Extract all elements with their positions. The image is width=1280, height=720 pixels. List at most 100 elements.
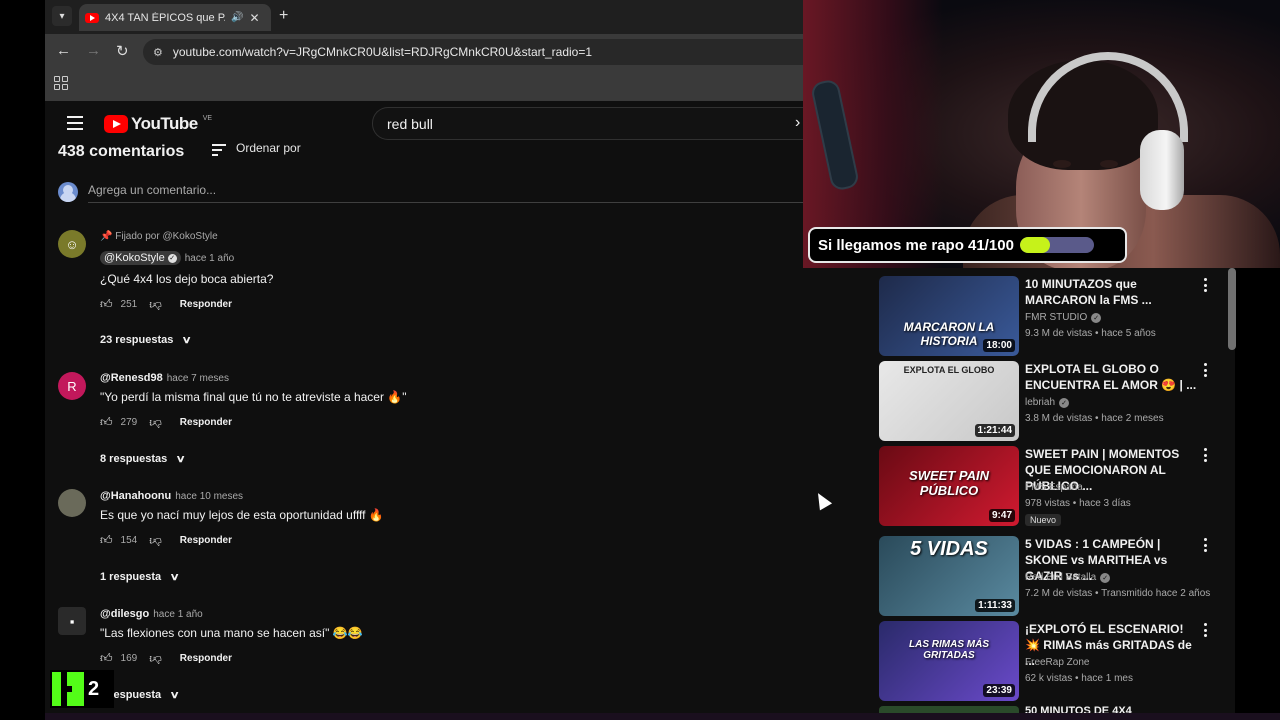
taskbar-strip (45, 713, 1280, 720)
reply-button[interactable]: Responder (180, 417, 232, 428)
comment-thread: ☺ 📌 Fijado por @KokoStyle @KokoStyle ✓ ha… (58, 229, 803, 354)
sort-icon[interactable] (212, 144, 226, 156)
address-bar[interactable]: ⚙ youtube.com/watch?v=JRgCMnkCR0U&list=R… (143, 39, 803, 65)
avatar[interactable]: ▪ (58, 607, 86, 635)
apps-grid-icon[interactable] (54, 76, 68, 90)
more-options-icon[interactable] (1203, 538, 1207, 552)
avatar[interactable] (58, 489, 86, 517)
comment-meta: @Hanahoonu hace 10 meses (100, 490, 243, 502)
close-tab-icon[interactable]: ✕ (249, 11, 259, 25)
reply-button[interactable]: Responder (180, 653, 232, 664)
add-comment-input[interactable]: Agrega un comentario... (88, 183, 803, 203)
user-avatar (58, 182, 78, 202)
comment-meta: @Renesd98 hace 7 meses (100, 372, 229, 384)
eye (1100, 160, 1118, 168)
youtube-play-icon (104, 115, 128, 133)
video-channel[interactable]: Red Bull Batalla ✓ (1025, 572, 1111, 583)
video-title[interactable]: 50 MINUTOS DE 4X4 (1025, 705, 1132, 713)
search-input[interactable]: red bull (372, 107, 803, 140)
video-channel[interactable]: FreeRap Zone (1025, 657, 1089, 668)
replies-toggle[interactable]: 8 respuestas ∨ (100, 453, 186, 465)
reply-button[interactable]: Responder (180, 299, 232, 310)
comment-time[interactable]: hace 1 año (153, 609, 203, 620)
replies-toggle[interactable]: 23 respuestas ∨ (100, 334, 192, 346)
verified-icon: ✓ (1059, 397, 1070, 408)
comment-time[interactable]: hace 1 año (185, 253, 235, 264)
video-card[interactable]: SWEET PAIN PÚBLICO 9:47 SWEET PAIN | MOM… (879, 446, 1229, 526)
video-thumbnail[interactable]: EXPLOTA EL GLOBO 1:21:44 (879, 361, 1019, 441)
new-tab-button[interactable]: + (279, 7, 288, 25)
kick-logo: 2 (50, 670, 114, 708)
new-badge: Nuevo (1025, 514, 1062, 526)
chevron-right-icon[interactable]: › (795, 114, 800, 132)
goal-text: Si llegamos me rapo 41/100 (818, 236, 1014, 254)
video-thumbnail[interactable]: 5 VIDAS 1:11:33 (879, 536, 1019, 616)
comment-time[interactable]: hace 10 meses (175, 491, 243, 502)
video-card[interactable]: EXPLOTA EL GLOBO 1:21:44 EXPLOTA EL GLOB… (879, 361, 1229, 441)
avatar[interactable]: R (58, 372, 86, 400)
video-card[interactable]: LAS RIMAS MÁS GRITADAS 23:39 ¡EXPLOTÓ EL… (879, 621, 1229, 701)
menu-icon[interactable] (67, 116, 83, 130)
video-title[interactable]: EXPLOTA EL GLOBO O ENCUENTRA EL AMOR 😍 |… (1025, 361, 1200, 393)
video-duration: 9:47 (988, 509, 1015, 522)
comment-author[interactable]: @dilesgo (100, 608, 149, 620)
more-options-icon[interactable] (1203, 278, 1207, 292)
speaker-icon[interactable]: 🔊 (231, 12, 243, 23)
thumbnail-text: EXPLOTA EL GLOBO (903, 365, 995, 375)
video-stats: 3.8 M de vistas • hace 2 meses (1025, 413, 1164, 424)
dislike-icon[interactable]: 👍︎ (149, 415, 162, 430)
reload-button[interactable]: ↻ (116, 42, 129, 60)
more-options-icon[interactable] (1203, 623, 1207, 637)
comment-text: ¿Qué 4x4 los dejo boca abierta? (100, 272, 274, 286)
more-options-icon[interactable] (1203, 448, 1207, 462)
thumbnail-text: SWEET PAIN PÚBLICO (909, 468, 989, 498)
video-thumbnail[interactable] (879, 706, 1019, 713)
like-count: 251 (120, 299, 138, 310)
comment-meta: @KokoStyle ✓ hace 1 año (100, 251, 234, 265)
like-icon[interactable]: 👍︎ (100, 533, 113, 548)
video-card[interactable]: 5 VIDAS 1:11:33 5 VIDAS : 1 CAMPEÓN | SK… (879, 536, 1229, 616)
video-duration: 1:11:33 (975, 599, 1015, 612)
site-info-icon[interactable]: ⚙ (153, 46, 163, 59)
video-thumbnail[interactable]: MARCARON LA HISTORIA 18:00 (879, 276, 1019, 356)
like-count: 154 (120, 535, 138, 546)
sort-button[interactable]: Ordenar por (236, 141, 301, 155)
forward-button[interactable]: → (86, 42, 101, 59)
avatar[interactable]: ☺ (58, 230, 86, 258)
chevron-down-icon: ∨ (169, 571, 180, 583)
video-title[interactable]: 10 MINUTAZOS que MARCARON la FMS ... (1025, 276, 1200, 308)
goal-progress-fill (1019, 237, 1051, 253)
thumbnail-text: LAS RIMAS MÁS GRITADAS (909, 639, 989, 661)
back-button[interactable]: ← (56, 42, 71, 59)
dislike-icon[interactable]: 👍︎ (149, 533, 162, 548)
comment-author[interactable]: @Hanahoonu (100, 490, 171, 502)
video-channel[interactable]: lebriah ✓ (1025, 397, 1070, 408)
replies-count: 1 respuesta (100, 571, 162, 583)
comment-author[interactable]: @KokoStyle ✓ (100, 251, 181, 265)
comment-author[interactable]: @Renesd98 (100, 372, 163, 384)
video-channel[interactable]: FMS España (1025, 482, 1083, 493)
verified-icon: ✓ (1100, 572, 1111, 583)
video-card[interactable]: MARCARON LA HISTORIA 18:00 10 MINUTAZOS … (879, 276, 1229, 356)
verified-icon: ✓ (1091, 312, 1102, 323)
like-icon[interactable]: 👍︎ (100, 297, 113, 312)
goal-progress-bar (1019, 237, 1094, 253)
video-channel[interactable]: FMR STUDIO ✓ (1025, 312, 1102, 323)
video-thumbnail[interactable]: SWEET PAIN PÚBLICO 9:47 (879, 446, 1019, 526)
active-tab[interactable]: 4X4 TAN ÉPICOS que PARA 🔊 ✕ (79, 4, 271, 31)
more-options-icon[interactable] (1203, 363, 1207, 377)
kick-icon (52, 672, 84, 706)
like-icon[interactable]: 👍︎ (100, 651, 113, 666)
dislike-icon[interactable]: 👍︎ (149, 297, 162, 312)
dislike-icon[interactable]: 👍︎ (149, 651, 162, 666)
eye (1053, 160, 1071, 168)
scrollbar[interactable] (1228, 268, 1236, 350)
reply-button[interactable]: Responder (180, 535, 232, 546)
replies-toggle[interactable]: 1 respuesta ∨ (100, 571, 180, 583)
youtube-logo[interactable]: YouTube VE (104, 114, 212, 134)
like-icon[interactable]: 👍︎ (100, 415, 113, 430)
comment-time[interactable]: hace 7 meses (167, 373, 229, 384)
tab-search-button[interactable]: ▾ (52, 6, 72, 26)
comment-actions: 👍︎ 154 👍︎ Responder (100, 533, 232, 548)
video-thumbnail[interactable]: LAS RIMAS MÁS GRITADAS 23:39 (879, 621, 1019, 701)
